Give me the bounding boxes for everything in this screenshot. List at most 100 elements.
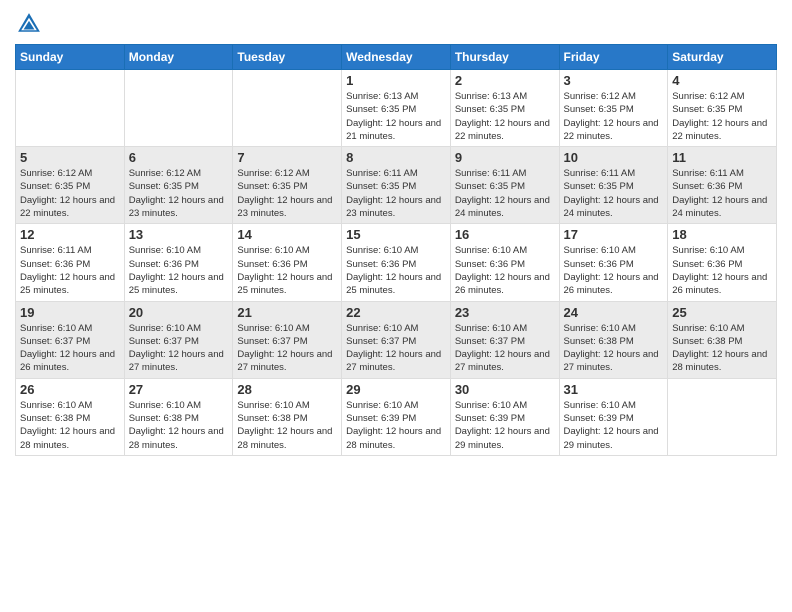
calendar-day-cell: 20 Sunrise: 6:10 AMSunset: 6:37 PMDayligh… xyxy=(124,301,233,378)
day-info: Sunrise: 6:12 AMSunset: 6:35 PMDaylight:… xyxy=(237,167,337,220)
day-number: 6 xyxy=(129,150,229,165)
calendar-day-cell xyxy=(233,70,342,147)
calendar-day-cell: 19 Sunrise: 6:10 AMSunset: 6:37 PMDayligh… xyxy=(16,301,125,378)
day-number: 4 xyxy=(672,73,772,88)
calendar-day-cell: 25 Sunrise: 6:10 AMSunset: 6:38 PMDayligh… xyxy=(668,301,777,378)
day-number: 7 xyxy=(237,150,337,165)
day-info: Sunrise: 6:10 AMSunset: 6:37 PMDaylight:… xyxy=(129,322,229,375)
calendar-header-row: SundayMondayTuesdayWednesdayThursdayFrid… xyxy=(16,45,777,70)
day-info: Sunrise: 6:13 AMSunset: 6:35 PMDaylight:… xyxy=(346,90,446,143)
day-info: Sunrise: 6:10 AMSunset: 6:38 PMDaylight:… xyxy=(129,399,229,452)
calendar-day-cell: 24Sunrise: 6:10 AMSunset: 6:38 PMDayligh… xyxy=(559,301,668,378)
logo-icon xyxy=(15,10,43,38)
day-info: Sunrise: 6:13 AMSunset: 6:35 PMDaylight:… xyxy=(455,90,555,143)
calendar-week-row: 1 Sunrise: 6:13 AMSunset: 6:35 PMDaylight… xyxy=(16,70,777,147)
day-of-week-header: Tuesday xyxy=(233,45,342,70)
day-number: 1 xyxy=(346,73,446,88)
day-info: Sunrise: 6:12 AMSunset: 6:35 PMDaylight:… xyxy=(672,90,772,143)
day-number: 12 xyxy=(20,227,120,242)
day-number: 26 xyxy=(20,382,120,397)
day-number: 8 xyxy=(346,150,446,165)
day-number: 17 xyxy=(564,227,664,242)
calendar-day-cell: 29 Sunrise: 6:10 AMSunset: 6:39 PMDayligh… xyxy=(342,378,451,455)
day-number: 19 xyxy=(20,305,120,320)
calendar-day-cell: 15 Sunrise: 6:10 AMSunset: 6:36 PMDayligh… xyxy=(342,224,451,301)
calendar-day-cell: 9Sunrise: 6:11 AMSunset: 6:35 PMDaylight… xyxy=(450,147,559,224)
day-info: Sunrise: 6:10 AMSunset: 6:36 PMDaylight:… xyxy=(672,244,772,297)
calendar-table: SundayMondayTuesdayWednesdayThursdayFrid… xyxy=(15,44,777,456)
calendar-week-row: 26 Sunrise: 6:10 AMSunset: 6:38 PMDayligh… xyxy=(16,378,777,455)
calendar-day-cell: 3Sunrise: 6:12 AMSunset: 6:35 PMDaylight… xyxy=(559,70,668,147)
calendar-day-cell: 1 Sunrise: 6:13 AMSunset: 6:35 PMDaylight… xyxy=(342,70,451,147)
day-info: Sunrise: 6:10 AMSunset: 6:39 PMDaylight:… xyxy=(455,399,555,452)
day-number: 16 xyxy=(455,227,555,242)
calendar-day-cell: 11 Sunrise: 6:11 AMSunset: 6:36 PMDayligh… xyxy=(668,147,777,224)
calendar-day-cell: 16 Sunrise: 6:10 AMSunset: 6:36 PMDayligh… xyxy=(450,224,559,301)
day-info: Sunrise: 6:10 AMSunset: 6:38 PMDaylight:… xyxy=(20,399,120,452)
day-info: Sunrise: 6:10 AMSunset: 6:36 PMDaylight:… xyxy=(346,244,446,297)
day-number: 18 xyxy=(672,227,772,242)
day-info: Sunrise: 6:10 AMSunset: 6:37 PMDaylight:… xyxy=(455,322,555,375)
day-number: 29 xyxy=(346,382,446,397)
day-info: Sunrise: 6:10 AMSunset: 6:37 PMDaylight:… xyxy=(20,322,120,375)
calendar-day-cell: 27 Sunrise: 6:10 AMSunset: 6:38 PMDayligh… xyxy=(124,378,233,455)
calendar-day-cell: 2Sunrise: 6:13 AMSunset: 6:35 PMDaylight… xyxy=(450,70,559,147)
calendar-day-cell: 5Sunrise: 6:12 AMSunset: 6:35 PMDaylight… xyxy=(16,147,125,224)
calendar-day-cell: 13 Sunrise: 6:10 AMSunset: 6:36 PMDayligh… xyxy=(124,224,233,301)
calendar-week-row: 12 Sunrise: 6:11 AMSunset: 6:36 PMDayligh… xyxy=(16,224,777,301)
calendar-day-cell: 30 Sunrise: 6:10 AMSunset: 6:39 PMDayligh… xyxy=(450,378,559,455)
calendar-day-cell: 26 Sunrise: 6:10 AMSunset: 6:38 PMDayligh… xyxy=(16,378,125,455)
calendar-day-cell xyxy=(124,70,233,147)
calendar-day-cell: 10Sunrise: 6:11 AMSunset: 6:35 PMDayligh… xyxy=(559,147,668,224)
day-of-week-header: Friday xyxy=(559,45,668,70)
day-info: Sunrise: 6:10 AMSunset: 6:36 PMDaylight:… xyxy=(564,244,664,297)
day-number: 9 xyxy=(455,150,555,165)
day-number: 25 xyxy=(672,305,772,320)
day-info: Sunrise: 6:10 AMSunset: 6:39 PMDaylight:… xyxy=(564,399,664,452)
day-info: Sunrise: 6:10 AMSunset: 6:38 PMDaylight:… xyxy=(672,322,772,375)
calendar-week-row: 19 Sunrise: 6:10 AMSunset: 6:37 PMDayligh… xyxy=(16,301,777,378)
day-info: Sunrise: 6:11 AMSunset: 6:35 PMDaylight:… xyxy=(564,167,664,220)
day-info: Sunrise: 6:11 AMSunset: 6:36 PMDaylight:… xyxy=(20,244,120,297)
day-of-week-header: Monday xyxy=(124,45,233,70)
calendar-day-cell: 8 Sunrise: 6:11 AMSunset: 6:35 PMDaylight… xyxy=(342,147,451,224)
calendar-day-cell: 12 Sunrise: 6:11 AMSunset: 6:36 PMDayligh… xyxy=(16,224,125,301)
calendar-day-cell: 28Sunrise: 6:10 AMSunset: 6:38 PMDayligh… xyxy=(233,378,342,455)
calendar-day-cell: 14Sunrise: 6:10 AMSunset: 6:36 PMDayligh… xyxy=(233,224,342,301)
calendar-day-cell: 6 Sunrise: 6:12 AMSunset: 6:35 PMDaylight… xyxy=(124,147,233,224)
header xyxy=(15,10,777,38)
calendar-day-cell: 17 Sunrise: 6:10 AMSunset: 6:36 PMDayligh… xyxy=(559,224,668,301)
calendar-day-cell: 7 Sunrise: 6:12 AMSunset: 6:35 PMDaylight… xyxy=(233,147,342,224)
day-number: 23 xyxy=(455,305,555,320)
calendar-day-cell: 18 Sunrise: 6:10 AMSunset: 6:36 PMDayligh… xyxy=(668,224,777,301)
day-info: Sunrise: 6:10 AMSunset: 6:39 PMDaylight:… xyxy=(346,399,446,452)
day-of-week-header: Sunday xyxy=(16,45,125,70)
day-number: 11 xyxy=(672,150,772,165)
day-info: Sunrise: 6:10 AMSunset: 6:36 PMDaylight:… xyxy=(455,244,555,297)
day-number: 22 xyxy=(346,305,446,320)
day-info: Sunrise: 6:10 AMSunset: 6:36 PMDaylight:… xyxy=(129,244,229,297)
day-info: Sunrise: 6:11 AMSunset: 6:36 PMDaylight:… xyxy=(672,167,772,220)
day-number: 31 xyxy=(564,382,664,397)
day-number: 27 xyxy=(129,382,229,397)
day-number: 30 xyxy=(455,382,555,397)
calendar-day-cell: 22Sunrise: 6:10 AMSunset: 6:37 PMDayligh… xyxy=(342,301,451,378)
day-number: 13 xyxy=(129,227,229,242)
day-number: 3 xyxy=(564,73,664,88)
day-number: 15 xyxy=(346,227,446,242)
calendar-day-cell: 4 Sunrise: 6:12 AMSunset: 6:35 PMDaylight… xyxy=(668,70,777,147)
calendar-week-row: 5 Sunrise: 6:12 AMSunset: 6:35 PMDaylight… xyxy=(16,147,777,224)
day-number: 5 xyxy=(20,150,120,165)
day-info: Sunrise: 6:10 AMSunset: 6:38 PMDaylight:… xyxy=(237,399,337,452)
day-number: 14 xyxy=(237,227,337,242)
page: SundayMondayTuesdayWednesdayThursdayFrid… xyxy=(0,0,792,612)
day-info: Sunrise: 6:10 AMSunset: 6:37 PMDaylight:… xyxy=(237,322,337,375)
calendar-day-cell: 31 Sunrise: 6:10 AMSunset: 6:39 PMDayligh… xyxy=(559,378,668,455)
day-info: Sunrise: 6:12 AMSunset: 6:35 PMDaylight:… xyxy=(129,167,229,220)
day-of-week-header: Thursday xyxy=(450,45,559,70)
day-info: Sunrise: 6:11 AMSunset: 6:35 PMDaylight:… xyxy=(346,167,446,220)
day-of-week-header: Saturday xyxy=(668,45,777,70)
day-info: Sunrise: 6:10 AMSunset: 6:38 PMDaylight:… xyxy=(564,322,664,375)
day-number: 20 xyxy=(129,305,229,320)
calendar-day-cell: 21Sunrise: 6:10 AMSunset: 6:37 PMDayligh… xyxy=(233,301,342,378)
